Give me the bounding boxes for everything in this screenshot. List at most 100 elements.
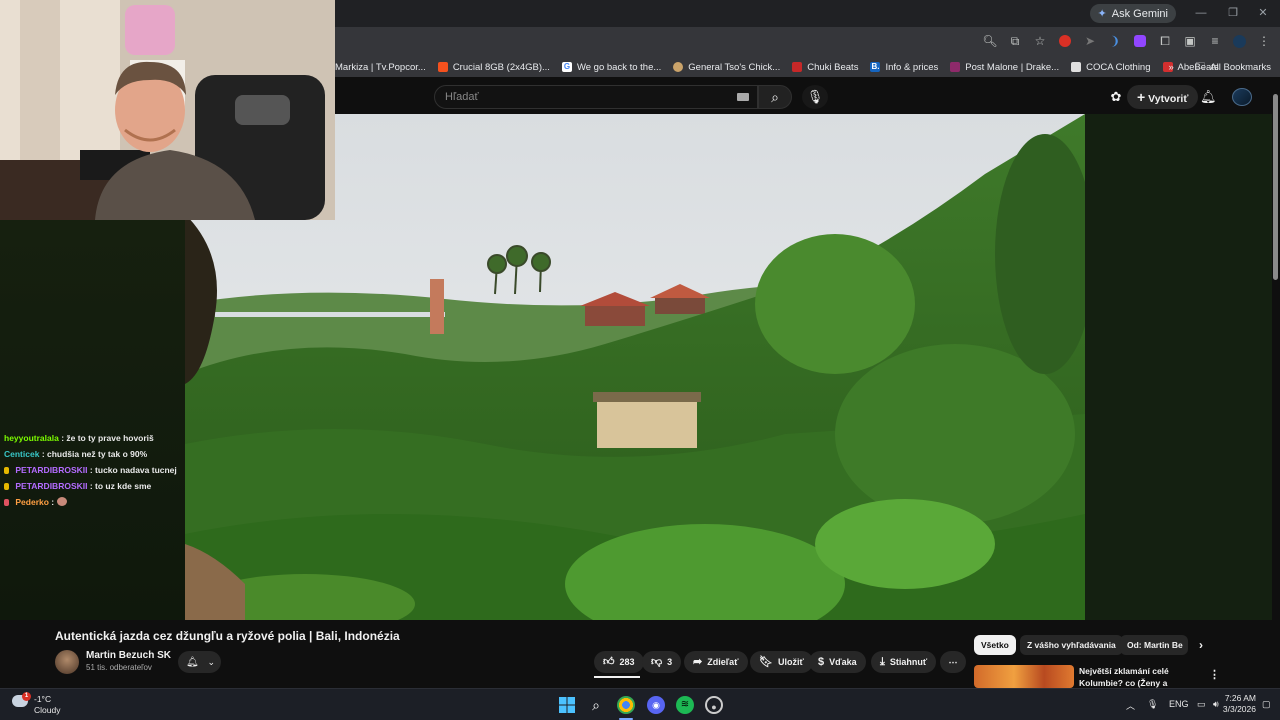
- google-icon: G: [561, 62, 572, 72]
- extension-blue-icon[interactable]: ❩: [1107, 33, 1123, 49]
- system-clock[interactable]: 7:26 AM 3/3/2026: [1223, 693, 1256, 715]
- spotify-icon[interactable]: ≋: [676, 696, 694, 714]
- search-placeholder: Hľadať: [445, 91, 479, 103]
- dollar-icon: $: [818, 656, 825, 668]
- scrollbar-thumb[interactable]: [1273, 94, 1278, 280]
- create-button[interactable]: + Vytvoriť: [1127, 85, 1199, 109]
- video-info: Autentická jazda cez džungľu a ryžové po…: [0, 620, 1280, 700]
- volume-icon[interactable]: 🔊︎: [1213, 699, 1219, 710]
- weather-description[interactable]: Cloudy: [34, 705, 60, 715]
- notifications-bell-icon[interactable]: 🔔︎: [1200, 89, 1217, 105]
- taskbar-search-icon[interactable]: ⌕: [587, 696, 605, 714]
- bookmark-item[interactable]: B. Info & prices: [870, 62, 938, 73]
- bookmark-item[interactable]: G We go back to the...: [561, 61, 662, 73]
- plus-icon: +: [1137, 89, 1146, 105]
- network-icon[interactable]: ▭: [1197, 699, 1206, 710]
- bookmark-favicon-icon: [792, 62, 803, 72]
- discord-icon[interactable]: ◉: [647, 696, 665, 714]
- more-actions-button[interactable]: ⋯: [940, 651, 966, 673]
- save-label: Uložiť: [777, 657, 804, 667]
- profile-icon[interactable]: [1233, 34, 1246, 48]
- chat-username: heyyoutralala: [4, 433, 59, 443]
- input-language[interactable]: ENG: [1169, 699, 1189, 709]
- bookmark-favicon-icon: [673, 62, 684, 72]
- zoom-icon[interactable]: 🔍︎: [982, 33, 998, 49]
- notifications-icon[interactable]: ▢: [1262, 699, 1271, 710]
- save-button[interactable]: 🔖︎ Uložiť: [750, 651, 813, 673]
- more-horizontal-icon: ⋯: [948, 657, 958, 667]
- install-app-icon[interactable]: ⧉: [1007, 33, 1023, 49]
- minimize-icon[interactable]: —: [1194, 6, 1208, 20]
- recommended-thumbnail[interactable]: [974, 665, 1074, 688]
- like-active-indicator: [594, 676, 640, 678]
- video-right-letterbox: [1085, 114, 1272, 620]
- weather-temperature[interactable]: -1°C: [34, 694, 51, 704]
- all-bookmarks-button[interactable]: 🗀 All Bookmarks: [1196, 59, 1271, 75]
- chat-badge-icon: [4, 499, 9, 506]
- dislike-button[interactable]: 👎︎ 3: [642, 651, 682, 673]
- chat-message: Centicek : chudšia než ty tak o 90%: [4, 446, 184, 462]
- webcam-overlay: [0, 0, 335, 220]
- media-controls-icon[interactable]: ≡: [1207, 33, 1223, 49]
- channel-name[interactable]: Martin Bezuch SK: [86, 650, 171, 661]
- extension-gear-icon[interactable]: ✿: [1108, 89, 1124, 105]
- bell-icon: 🔔︎: [186, 657, 199, 668]
- create-label: Vytvoriť: [1148, 93, 1189, 105]
- tray-expand-icon[interactable]: ︿: [1126, 699, 1135, 712]
- bookmark-label: Info & prices: [885, 61, 939, 73]
- browser-menu-icon[interactable]: ⋮: [1256, 33, 1272, 49]
- chip-all[interactable]: Všetko: [974, 635, 1016, 655]
- gemini-icon: ✦: [1097, 8, 1107, 20]
- microphone-icon: 🎙︎: [806, 89, 824, 104]
- stream-chat: heyyoutralala : že to ty prave hovoriš C…: [4, 430, 184, 510]
- extensions-puzzle-icon[interactable]: ⧠: [1157, 33, 1173, 49]
- extension-grey-icon[interactable]: ➤: [1082, 33, 1098, 49]
- bookmark-item[interactable]: Crucial 8GB (2x4GB)...: [437, 62, 550, 73]
- bookmark-item[interactable]: Chuki Beats: [792, 62, 858, 73]
- chat-message: heyyoutralala : že to ty prave hovoriš: [4, 430, 184, 446]
- ask-gemini-label: Ask Gemini: [1111, 7, 1168, 20]
- bookmark-item[interactable]: Post Malone | Drake...: [950, 62, 1059, 73]
- emote-icon: [56, 497, 67, 506]
- bookmark-item[interactable]: COCA Clothing: [1071, 62, 1151, 73]
- chip-from-search[interactable]: Z vášho vyhľadávania: [1020, 635, 1123, 655]
- chevron-right-icon[interactable]: ›: [1192, 635, 1210, 655]
- like-button[interactable]: 👍︎ 283: [594, 651, 644, 673]
- voice-search-button[interactable]: 🎙︎: [802, 85, 828, 109]
- chat-username: PETARDIBROSKII: [15, 481, 88, 491]
- extension-red-icon[interactable]: [1059, 35, 1071, 47]
- chip-from-channel[interactable]: Od: Martin Be: [1120, 635, 1188, 655]
- restore-icon[interactable]: ❐: [1226, 6, 1240, 20]
- chrome-icon[interactable]: [617, 696, 635, 714]
- account-avatar[interactable]: [1232, 88, 1252, 106]
- search-button[interactable]: ⌕: [758, 85, 792, 109]
- bookmark-favicon-icon: B.: [870, 62, 881, 72]
- bookmark-label: Post Malone | Drake...: [965, 61, 1060, 73]
- tray-mic-icon[interactable]: 🎙︎: [1147, 699, 1158, 710]
- subscription-bell-button[interactable]: 🔔︎ ⌄: [178, 651, 221, 673]
- ask-gemini-button[interactable]: ✦ Ask Gemini: [1089, 4, 1176, 23]
- video-title: Autentická jazda cez džungľu a ryžové po…: [55, 629, 400, 643]
- obs-icon[interactable]: ●: [705, 696, 723, 714]
- search-input[interactable]: Hľadať: [434, 85, 758, 109]
- thanks-button[interactable]: $ Vďaka: [809, 651, 866, 673]
- more-bookmarks-icon[interactable]: »: [1168, 62, 1173, 73]
- close-icon[interactable]: ✕: [1256, 6, 1270, 20]
- side-panel-icon[interactable]: ▣: [1182, 33, 1198, 49]
- share-button[interactable]: ➦ Zdieľať: [684, 651, 748, 673]
- thumbs-down-icon: 👎︎: [651, 656, 663, 668]
- chat-text: : chudšia než ty tak o 90%: [41, 449, 148, 459]
- windows-logo: [559, 697, 575, 713]
- recommended-menu-icon[interactable]: ⋮: [1202, 665, 1227, 685]
- chat-badge-icon: [4, 467, 9, 474]
- bookmark-item[interactable]: Markiza | Tv.Popcor...: [335, 62, 426, 73]
- extension-purple-icon[interactable]: [1134, 35, 1146, 47]
- download-button[interactable]: ⤓ Stiahnuť: [871, 651, 937, 673]
- keyboard-icon[interactable]: [737, 93, 749, 101]
- windows-start-icon[interactable]: [558, 696, 576, 714]
- bookmark-item[interactable]: General Tso's Chick...: [673, 62, 780, 73]
- channel-avatar[interactable]: [55, 650, 79, 674]
- bookmark-label: We go back to the...: [576, 61, 662, 73]
- bookmark-star-icon[interactable]: ☆: [1032, 33, 1048, 49]
- chat-message: PETARDIBROSKII : tucko nadava tucnej: [4, 462, 184, 478]
